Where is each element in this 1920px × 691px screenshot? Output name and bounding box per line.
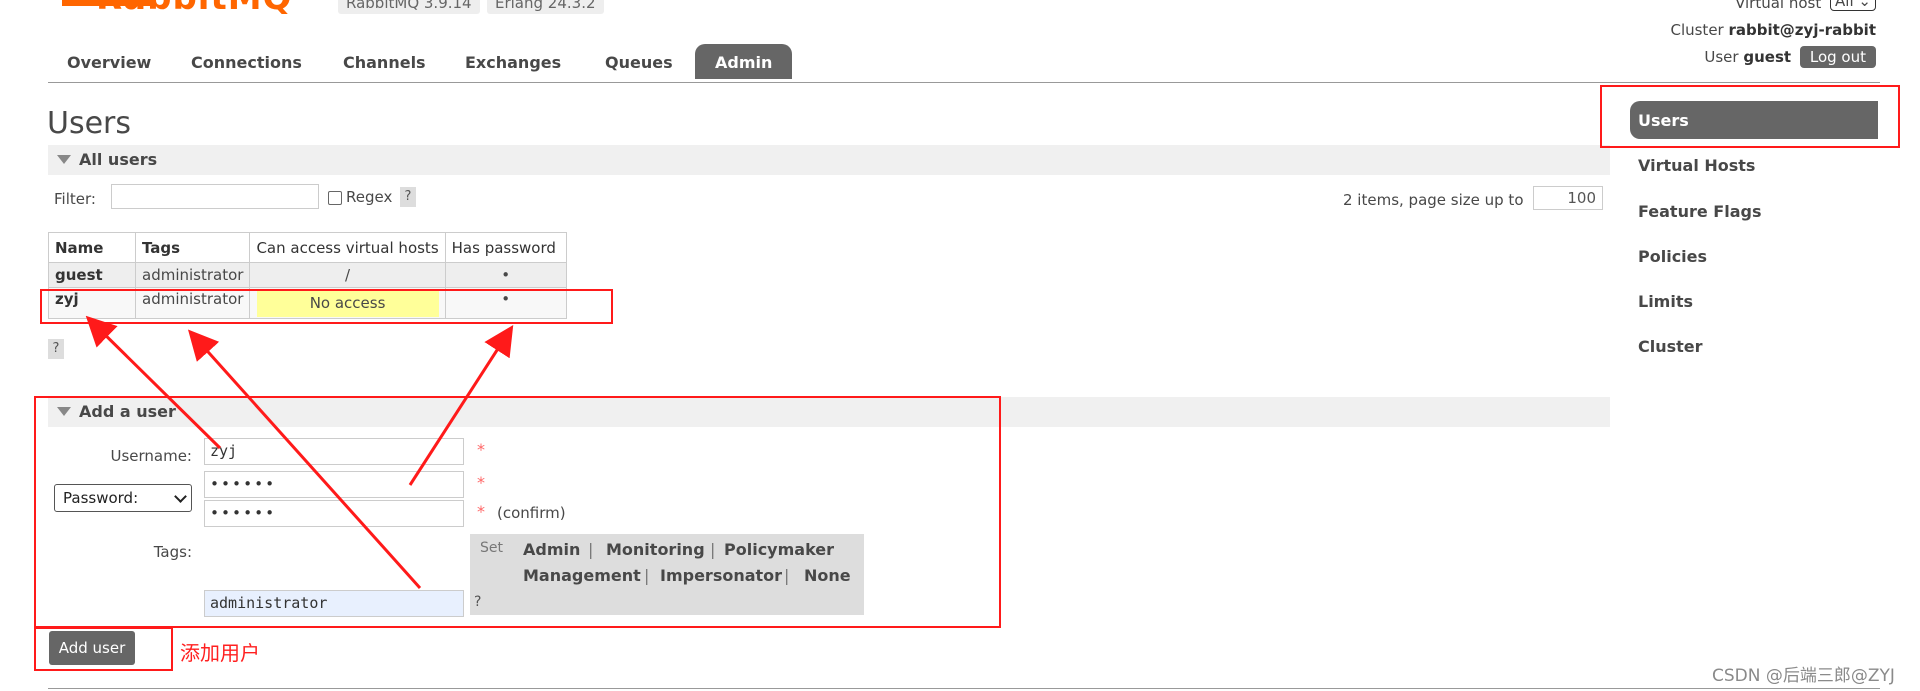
tag-set-label: Set	[480, 540, 503, 556]
regex-label: Regex	[346, 188, 393, 206]
virtual-host-select[interactable]: All ⌄	[1830, 0, 1876, 11]
users-table-help-button[interactable]: ?	[48, 339, 64, 359]
sidebar-item-virtual-hosts[interactable]: Virtual Hosts	[1638, 156, 1755, 175]
tag-option-management[interactable]: Management	[523, 566, 641, 585]
regex-help-button[interactable]: ?	[400, 187, 416, 207]
cluster-value: rabbit@zyj-rabbit	[1728, 21, 1877, 39]
cluster-label: Cluster	[1670, 21, 1724, 39]
cluster-row: Cluster rabbit@zyj-rabbit	[1670, 17, 1876, 44]
filter-label: Filter:	[54, 190, 96, 208]
triangle-down-icon	[57, 155, 71, 164]
filter-input[interactable]	[111, 184, 319, 209]
tab-connections[interactable]: Connections	[172, 49, 321, 76]
tag-option-admin[interactable]: Admin	[523, 540, 580, 559]
all-users-section-header[interactable]: All users	[48, 145, 1610, 175]
tags-label: Tags:	[153, 543, 192, 561]
tag-separator: |	[710, 540, 716, 559]
tag-option-monitoring[interactable]: Monitoring	[606, 540, 705, 559]
users-table: Name Tags Can access virtual hosts Has p…	[48, 232, 567, 319]
all-users-section-title: All users	[79, 150, 158, 169]
tags-input[interactable]: administrator	[204, 590, 464, 617]
column-header-name[interactable]: Name	[48, 232, 136, 263]
user-tags: administrator	[134, 287, 251, 319]
no-access-badge: No access	[256, 289, 439, 317]
pagination-info: 2 items, page size up to	[1343, 191, 1524, 209]
user-name-link[interactable]: zyj	[48, 287, 136, 319]
add-user-button[interactable]: Add user	[49, 631, 135, 665]
rabbitmq-logo: RabbitMQ™	[96, 0, 327, 18]
regex-checkbox[interactable]	[328, 191, 342, 205]
table-header-row: Name Tags Can access virtual hosts Has p…	[48, 232, 567, 263]
add-user-section-header[interactable]: Add a user	[48, 397, 1610, 427]
user-vhosts: /	[249, 262, 446, 288]
chevron-down-icon	[174, 490, 187, 503]
sidebar-item-policies[interactable]: Policies	[1638, 247, 1707, 266]
column-header-vhosts[interactable]: Can access virtual hosts	[249, 232, 446, 263]
main-nav: Overview Connections Channels Exchanges …	[48, 43, 1880, 83]
virtual-host-label: Virtual host	[1735, 0, 1822, 12]
table-row: guest administrator / •	[48, 262, 567, 288]
arrow-to-name	[85, 315, 222, 450]
erlang-version-badge: Erlang 24.3.2	[487, 0, 604, 14]
tag-suggestions-panel: Set Admin | Monitoring | Policymaker Man…	[470, 534, 864, 615]
user-name-link[interactable]: guest	[48, 262, 136, 288]
tag-option-impersonator[interactable]: Impersonator	[660, 566, 782, 585]
watermark: CSDN @后端三郎@ZYJ	[1712, 666, 1895, 686]
tags-help-button[interactable]: ?	[474, 594, 481, 610]
required-mark: *	[477, 473, 485, 492]
username-label: Username:	[110, 447, 192, 465]
username-input[interactable]: zyj	[204, 438, 464, 465]
tab-admin[interactable]: Admin	[695, 44, 793, 79]
has-password-dot: •	[444, 262, 567, 288]
tab-channels[interactable]: Channels	[324, 49, 445, 76]
tab-overview[interactable]: Overview	[48, 49, 170, 76]
required-mark: *	[477, 502, 485, 521]
table-row: zyj administrator No access •	[48, 287, 567, 319]
confirm-note: (confirm)	[497, 504, 566, 522]
has-password-dot: •	[444, 287, 567, 319]
tag-option-policymaker[interactable]: Policymaker	[724, 540, 834, 559]
tag-option-none[interactable]: None	[804, 566, 851, 585]
sidebar-item-feature-flags[interactable]: Feature Flags	[1638, 202, 1761, 221]
virtual-host-row: Virtual host All ⌄	[1670, 0, 1876, 17]
sidebar-item-users[interactable]: Users	[1638, 111, 1689, 130]
page-size-input[interactable]: 100	[1533, 186, 1603, 210]
password-confirm-input[interactable]: ••••••	[204, 500, 464, 527]
page-title: Users	[47, 106, 132, 141]
user-tags: administrator	[134, 262, 251, 288]
user-vhosts-cell: No access	[249, 287, 446, 319]
bottom-divider	[48, 688, 1880, 689]
chevron-down-icon: ⌄	[1858, 0, 1871, 10]
password-type-select[interactable]: Password:	[54, 484, 192, 512]
tag-separator: |	[784, 566, 790, 585]
rabbitmq-version-badge: RabbitMQ 3.9.14	[338, 0, 480, 14]
column-header-has-password[interactable]: Has password	[444, 232, 567, 263]
column-header-tags[interactable]: Tags	[134, 232, 251, 263]
add-user-section-title: Add a user	[79, 402, 176, 421]
tag-separator: |	[644, 566, 650, 585]
tab-exchanges[interactable]: Exchanges	[446, 49, 580, 76]
sidebar-item-cluster[interactable]: Cluster	[1638, 337, 1703, 356]
password-input[interactable]: ••••••	[204, 471, 464, 498]
password-type-value: Password:	[63, 489, 139, 507]
annotation-add-user-note: 添加用户	[180, 641, 260, 665]
tab-queues[interactable]: Queues	[586, 49, 692, 76]
tag-separator: |	[588, 540, 594, 559]
triangle-down-icon	[57, 407, 71, 416]
sidebar-item-limits[interactable]: Limits	[1638, 292, 1693, 311]
required-mark: *	[477, 440, 485, 459]
virtual-host-value: All	[1835, 0, 1854, 10]
